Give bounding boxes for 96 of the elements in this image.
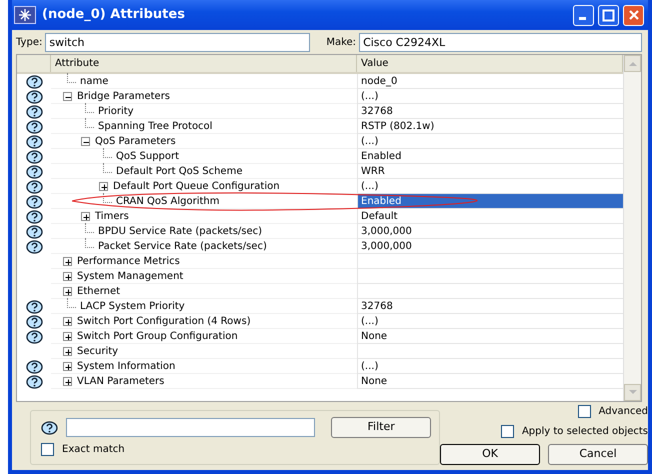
expand-icon[interactable] [63, 286, 72, 296]
value-cell[interactable] [357, 254, 623, 269]
expand-icon[interactable] [63, 316, 72, 326]
collapse-icon[interactable] [81, 136, 90, 146]
attribute-name[interactable]: Timers [95, 208, 129, 224]
value-cell[interactable] [357, 284, 623, 299]
maximize-button[interactable] [598, 4, 619, 26]
value-cell[interactable]: 3,000,000 [357, 224, 623, 239]
value-cell[interactable]: (...) [357, 134, 623, 149]
expand-icon[interactable] [63, 332, 72, 340]
value-cell[interactable] [357, 269, 623, 284]
close-button[interactable] [623, 4, 644, 26]
help-icon[interactable] [26, 194, 42, 208]
attribute-name[interactable]: BPDU Service Rate (packets/sec) [98, 224, 262, 238]
value-cell[interactable]: 32768 [357, 104, 623, 119]
value-cell[interactable]: Default [357, 209, 623, 224]
value-cell[interactable]: WRR [357, 164, 623, 179]
value-cell[interactable]: (...) [357, 89, 623, 104]
help-icon[interactable] [26, 120, 42, 134]
help-icon[interactable] [26, 314, 42, 328]
checkbox-label[interactable]: Advanced [598, 404, 648, 419]
up-arrow-icon [628, 61, 636, 66]
make-label: Make: [326, 36, 356, 50]
help-icon[interactable] [26, 150, 42, 164]
attribute-name[interactable]: Switch Port Group Configuration [77, 328, 238, 344]
type-label: Type: [16, 36, 42, 50]
cancel-button[interactable]: Cancel [548, 444, 648, 465]
down-arrow-icon [628, 390, 636, 395]
checkbox-label[interactable]: Apply to selected objects [522, 424, 648, 439]
attribute-name[interactable]: Switch Port Configuration (4 Rows) [77, 314, 251, 328]
close-icon [628, 9, 640, 21]
value-cell[interactable]: node_0 [357, 74, 623, 89]
help-icon[interactable] [26, 374, 42, 388]
help-icon[interactable] [26, 360, 42, 374]
filter-button[interactable]: Filter [331, 417, 431, 438]
attribute-name[interactable]: QoS Support [116, 148, 180, 164]
ok-button[interactable]: OK [440, 444, 540, 465]
column-header[interactable]: Attribute [51, 55, 357, 72]
value-cell[interactable]: None [357, 329, 623, 344]
attribute-name[interactable]: Bridge Parameters [77, 88, 170, 104]
attribute-name[interactable]: LACP System Priority [80, 298, 185, 314]
window-title: (node_0) Attributes [42, 6, 186, 24]
value-cell[interactable]: 3,000,000 [357, 239, 623, 254]
expand-icon[interactable] [81, 212, 90, 220]
collapse-icon[interactable] [63, 92, 72, 100]
attribute-name[interactable]: Packet Service Rate (packets/sec) [98, 238, 267, 254]
filter-field[interactable] [66, 418, 316, 437]
value-cell[interactable]: (...) [357, 359, 623, 374]
value-cell[interactable]: (...) [357, 314, 623, 329]
attribute-name[interactable]: VLAN Parameters [77, 374, 164, 388]
help-icon[interactable] [26, 134, 42, 148]
attribute-name[interactable]: name [80, 74, 108, 88]
value-cell[interactable] [357, 344, 623, 359]
help-icon [41, 420, 58, 434]
value-cell[interactable]: Enabled [357, 149, 623, 164]
minimize-button[interactable] [573, 4, 594, 26]
attribute-name[interactable]: Ethernet [77, 284, 120, 298]
attribute-name[interactable]: Spanning Tree Protocol [98, 118, 212, 134]
checkbox[interactable] [41, 443, 54, 456]
help-icon[interactable] [26, 104, 42, 118]
maximize-icon [602, 8, 615, 22]
expand-icon[interactable] [63, 256, 72, 266]
minimize-icon [578, 17, 586, 20]
checkbox-label[interactable]: Exact match [62, 442, 125, 457]
checkbox[interactable] [500, 425, 514, 438]
attribute-name[interactable]: Priority [98, 104, 134, 118]
help-icon[interactable] [26, 210, 42, 224]
value-cell[interactable]: 32768 [357, 299, 623, 314]
help-icon[interactable] [26, 330, 42, 344]
value-cell[interactable]: RSTP (802.1w) [357, 119, 623, 134]
type-field[interactable]: switch [45, 33, 310, 52]
make-field[interactable]: Cisco C2924XL [359, 33, 642, 52]
value-cell[interactable]: Enabled [357, 194, 623, 209]
value-cell[interactable]: None [357, 374, 623, 389]
attribute-name[interactable]: QoS Parameters [95, 134, 176, 148]
help-icon[interactable] [26, 74, 42, 88]
expand-icon[interactable] [99, 182, 108, 190]
help-icon[interactable] [26, 180, 42, 194]
expand-icon[interactable] [63, 362, 72, 370]
attribute-name[interactable]: Default Port QoS Scheme [116, 164, 242, 178]
expand-icon[interactable] [63, 376, 72, 386]
attribute-name[interactable]: Performance Metrics [77, 254, 180, 268]
help-icon[interactable] [26, 300, 42, 314]
attribute-name[interactable]: CRAN QoS Algorithm [116, 194, 220, 208]
help-icon[interactable] [26, 224, 42, 238]
attribute-name[interactable]: Default Port Queue Configuration [113, 178, 280, 194]
help-icon[interactable] [26, 240, 42, 254]
help-icon[interactable] [26, 90, 42, 104]
attribute-name[interactable]: Security [77, 344, 118, 358]
app-icon [14, 6, 36, 24]
attribute-name[interactable]: System Information [77, 358, 176, 374]
attribute-name[interactable]: System Management [77, 268, 184, 284]
help-icon[interactable] [26, 164, 42, 178]
expand-icon[interactable] [63, 346, 72, 356]
checkbox[interactable] [578, 405, 591, 418]
expand-icon[interactable] [63, 272, 72, 280]
